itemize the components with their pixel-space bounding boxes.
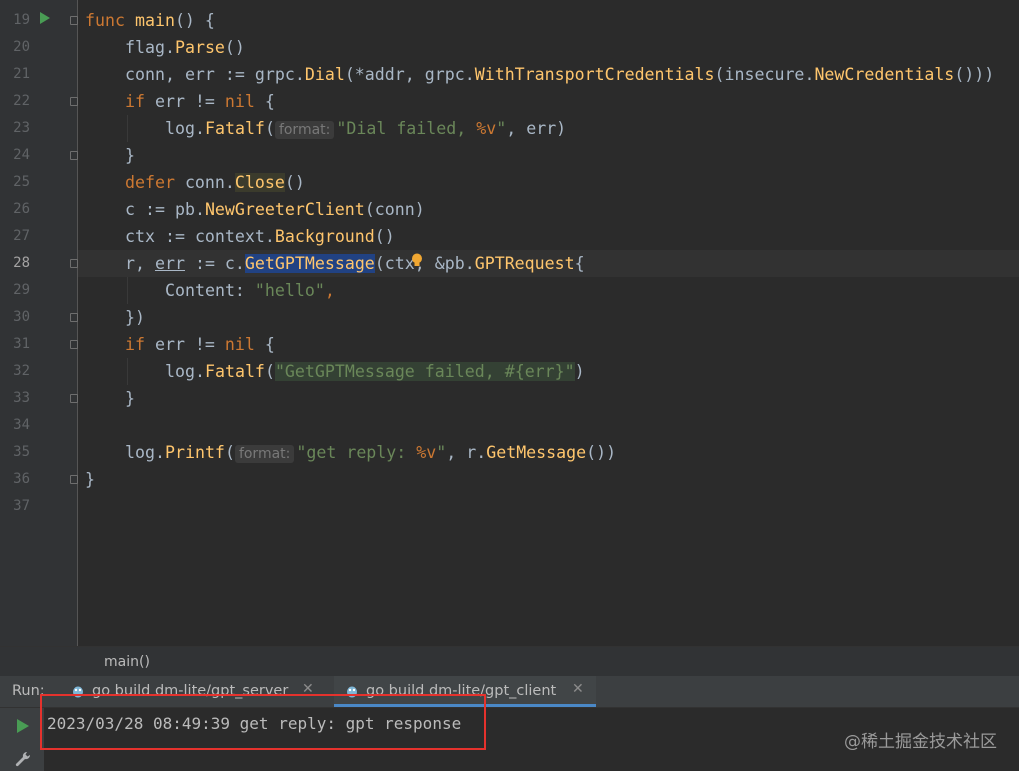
gopher-icon [73, 686, 83, 698]
parameter-hint: format: [234, 445, 295, 463]
code-line-20: flag.Parse() [125, 38, 245, 57]
fold-marker-icon[interactable] [70, 259, 78, 268]
code-line-25: defer conn.Close() [125, 173, 305, 192]
line-number: 19 [13, 12, 30, 28]
code-line-22: if err != nil { [125, 92, 275, 111]
code-editor[interactable]: 19 20 21 22 23 24 25 26 27 28 29 30 31 3… [0, 0, 1019, 646]
code-line-23: log.Fatalf(format: "Dial failed, %v", err… [165, 119, 567, 139]
code-line-26: c := pb.NewGreeterClient(conn) [125, 200, 425, 219]
fold-marker-icon[interactable] [70, 151, 78, 160]
code-line-32: log.Fatalf("GetGPTMessage failed, #{err}… [165, 362, 585, 381]
tab-gpt-server[interactable]: go build dm-lite/gpt_server ✕ [62, 676, 324, 707]
fold-marker-icon[interactable] [70, 313, 78, 322]
fold-marker-icon[interactable] [70, 394, 78, 403]
tab-label: go build dm-lite/gpt_server [92, 683, 289, 699]
fold-marker-icon[interactable] [70, 475, 78, 484]
line-number: 27 [13, 228, 30, 244]
tab-gpt-client[interactable]: go build dm-lite/gpt_client ✕ [334, 676, 596, 707]
close-icon[interactable]: ✕ [572, 681, 584, 697]
fold-marker-icon[interactable] [70, 340, 78, 349]
code-line-29: Content: "hello", [165, 281, 335, 300]
line-number: 32 [13, 363, 30, 379]
line-number: 35 [13, 444, 30, 460]
line-number-current: 28 [13, 255, 30, 271]
line-number: 34 [13, 417, 30, 433]
code-line-19: func main() { [85, 11, 215, 30]
breadcrumb: main() [0, 646, 1019, 677]
line-number: 24 [13, 147, 30, 163]
close-icon[interactable]: ✕ [302, 681, 314, 697]
line-number: 26 [13, 201, 30, 217]
run-toolbar: Run: go build dm-lite/gpt_server ✕ go bu… [0, 676, 1019, 708]
line-number: 33 [13, 390, 30, 406]
line-number: 31 [13, 336, 30, 352]
line-number: 30 [13, 309, 30, 325]
code-line-28: r, err := c.GetGPTMessage(ctx, &pb.GPTRe… [125, 254, 585, 273]
fold-marker-icon[interactable] [70, 16, 78, 25]
code-line-31: if err != nil { [125, 335, 275, 354]
line-number: 22 [13, 93, 30, 109]
code-line-33: } [125, 389, 135, 408]
gutter: 19 20 21 22 23 24 25 26 27 28 29 30 31 3… [0, 0, 78, 646]
run-label: Run: [12, 683, 45, 699]
line-number: 37 [13, 498, 30, 514]
line-number: 29 [13, 282, 30, 298]
run-gutter-icon[interactable] [40, 12, 50, 24]
code-line-24: } [125, 146, 135, 165]
indent-guide [127, 277, 128, 304]
rerun-icon[interactable] [17, 719, 29, 733]
indent-guide [127, 115, 128, 142]
code-line-36: } [85, 470, 95, 489]
code-line-21: conn, err := grpc.Dial(*addr, grpc.WithT… [125, 65, 995, 84]
tab-label: go build dm-lite/gpt_client [366, 683, 557, 699]
line-number: 20 [13, 39, 30, 55]
parameter-hint: format: [274, 121, 335, 139]
console-line: 2023/03/28 08:49:39 get reply: gpt respo… [47, 714, 462, 733]
line-number: 21 [13, 66, 30, 82]
lightbulb-icon[interactable] [411, 253, 423, 267]
run-side-toolbar [0, 708, 45, 771]
watermark: @稀土掘金技术社区 [844, 732, 997, 752]
line-number: 23 [13, 120, 30, 136]
code-line-35: log.Printf(format: "get reply: %v", r.Get… [125, 443, 617, 463]
wrench-icon[interactable] [13, 750, 33, 770]
line-number: 36 [13, 471, 30, 487]
indent-guide [127, 358, 128, 385]
code-line-30: }) [125, 308, 145, 327]
code-line-27: ctx := context.Background() [125, 227, 395, 246]
gopher-icon [347, 686, 357, 698]
breadcrumb-item[interactable]: main() [104, 654, 150, 670]
fold-marker-icon[interactable] [70, 97, 78, 106]
line-number: 25 [13, 174, 30, 190]
